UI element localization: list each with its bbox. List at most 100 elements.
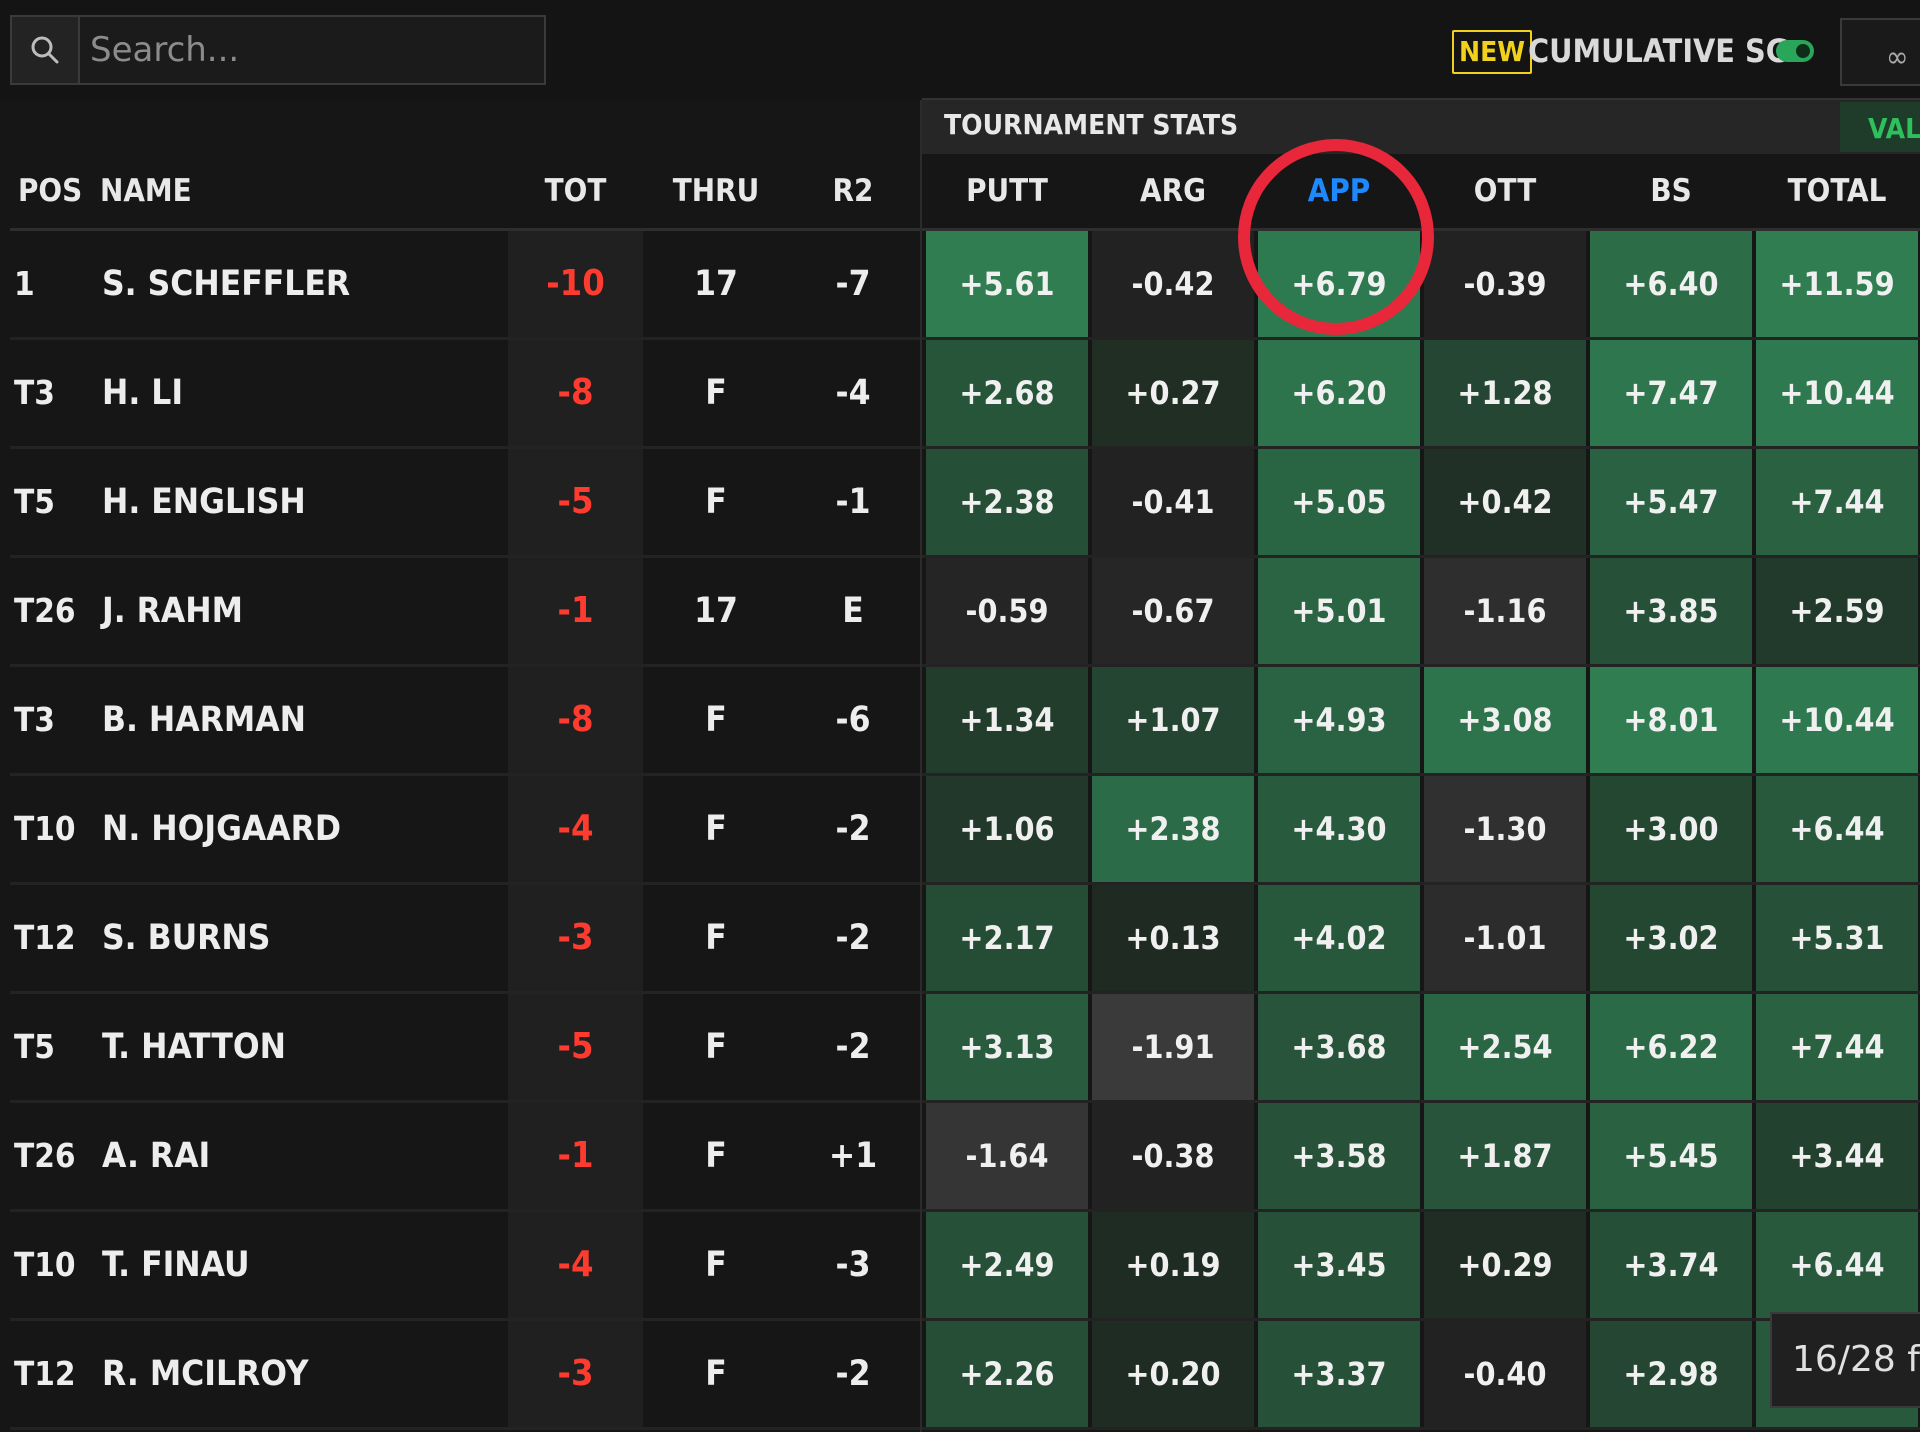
col-header-bs[interactable]: BS xyxy=(1590,152,1752,230)
col-header-pos[interactable]: POS xyxy=(18,152,82,230)
sg-ott-value: -0.40 xyxy=(1424,1321,1586,1427)
round-2-score: -2 xyxy=(835,809,871,849)
holes-thru: F xyxy=(705,918,727,958)
sg-ott-value: -1.01 xyxy=(1424,885,1586,991)
sg-app-value: +3.45 xyxy=(1258,1212,1420,1318)
sg-putt-value: +2.68 xyxy=(926,340,1088,446)
player-name[interactable]: J. RAHM xyxy=(102,558,243,664)
sg-ott-value: +0.29 xyxy=(1424,1212,1586,1318)
round-2-score: -2 xyxy=(835,918,871,958)
player-name[interactable]: T. FINAU xyxy=(102,1212,250,1318)
cumulative-sg-label: CUMULATIVE SG xyxy=(1528,32,1790,70)
holes-thru: F xyxy=(705,1245,727,1285)
sg-app-value: +6.79 xyxy=(1258,231,1420,337)
sg-arg-value: -0.42 xyxy=(1092,231,1254,337)
table-row[interactable]: T3 B. HARMAN -8 F -6 +1.34 +1.07 +4.93 +3.08 +8.0… xyxy=(0,667,1920,776)
total-score: -3 xyxy=(508,1321,643,1427)
sg-ott-value: +3.08 xyxy=(1424,667,1586,773)
tab-val-label: VAL xyxy=(1868,112,1920,145)
sg-total-value: +2.59 xyxy=(1756,558,1918,664)
sg-arg-value: -0.38 xyxy=(1092,1103,1254,1209)
col-header-putt[interactable]: PUTT xyxy=(926,152,1088,230)
cumulative-sg-toggle[interactable] xyxy=(1776,40,1814,62)
search-input[interactable] xyxy=(82,17,538,83)
table-row[interactable]: T26 J. RAHM -1 17 E -0.59 -0.67 +5.01 -1.16 +3.85… xyxy=(0,558,1920,667)
sg-total-value: +6.44 xyxy=(1756,776,1918,882)
link-button[interactable]: ∞ xyxy=(1840,18,1920,86)
sg-app-value: +3.37 xyxy=(1258,1321,1420,1427)
leaderboard-table: 1 S. SCHEFFLER -10 17 -7 +5.61 -0.42 +6.79 -0.39… xyxy=(0,231,1920,1430)
holes-thru: F xyxy=(705,1027,727,1067)
sg-ott-value: +2.54 xyxy=(1424,994,1586,1100)
sg-putt-value: -0.59 xyxy=(926,558,1088,664)
page-indicator: 16/28 f xyxy=(1770,1312,1920,1408)
sg-bs-value: +3.74 xyxy=(1590,1212,1752,1318)
table-row[interactable]: T5 H. ENGLISH -5 F -1 +2.38 -0.41 +5.05 +0.42 +5.… xyxy=(0,449,1920,558)
sg-total-value: +11.59 xyxy=(1756,231,1918,337)
player-name[interactable]: N. HOJGAARD xyxy=(102,776,341,882)
player-name[interactable]: S. BURNS xyxy=(102,885,270,991)
sg-app-value: +4.93 xyxy=(1258,667,1420,773)
player-position: T12 xyxy=(14,918,76,957)
total-score: -10 xyxy=(508,231,643,337)
table-row[interactable]: T5 T. HATTON -5 F -2 +3.13 -1.91 +3.68 +2.54 +6.2… xyxy=(0,994,1920,1103)
stats-divider xyxy=(920,100,922,1432)
sg-putt-value: +3.13 xyxy=(926,994,1088,1100)
player-name[interactable]: H. LI xyxy=(102,340,183,446)
sg-bs-value: +6.40 xyxy=(1590,231,1752,337)
player-name[interactable]: A. RAI xyxy=(102,1103,210,1209)
player-name[interactable]: B. HARMAN xyxy=(102,667,306,773)
round-2-score: -2 xyxy=(835,1354,871,1394)
total-score: -4 xyxy=(508,776,643,882)
player-name[interactable]: H. ENGLISH xyxy=(102,449,306,555)
col-header-arg[interactable]: ARG xyxy=(1092,152,1254,230)
link-icon: ∞ xyxy=(1886,40,1909,75)
table-row[interactable]: T3 H. LI -8 F -4 +2.68 +0.27 +6.20 +1.28 +7.47 +10… xyxy=(0,340,1920,449)
search-icon[interactable] xyxy=(12,17,80,83)
sg-app-value: +4.02 xyxy=(1258,885,1420,991)
sg-arg-value: -1.91 xyxy=(1092,994,1254,1100)
table-row[interactable]: T10 N. HOJGAARD -4 F -2 +1.06 +2.38 +4.30 -1.30 +… xyxy=(0,776,1920,885)
round-2-score: -6 xyxy=(835,700,871,740)
col-header-app[interactable]: APP xyxy=(1258,152,1420,230)
round-2-score: -4 xyxy=(835,373,871,413)
player-position: T26 xyxy=(14,591,76,630)
col-header-total[interactable]: TOTAL xyxy=(1756,152,1918,230)
col-header-thru[interactable]: THRU xyxy=(646,152,786,230)
search-box[interactable] xyxy=(10,15,546,85)
holes-thru: F xyxy=(705,809,727,849)
holes-thru: F xyxy=(705,1136,727,1176)
holes-thru: F xyxy=(705,373,727,413)
sg-total-value: +7.44 xyxy=(1756,994,1918,1100)
sg-app-value: +3.58 xyxy=(1258,1103,1420,1209)
col-header-r2[interactable]: R2 xyxy=(786,152,920,230)
col-header-name[interactable]: NAME xyxy=(100,152,192,230)
col-header-ott[interactable]: OTT xyxy=(1424,152,1586,230)
round-2-score: +1 xyxy=(828,1136,878,1176)
table-row[interactable]: T12 R. MCILROY -3 F -2 +2.26 +0.20 +3.37 -0.40 +2… xyxy=(0,1321,1920,1430)
sg-ott-value: -0.39 xyxy=(1424,231,1586,337)
tab-val[interactable]: VAL xyxy=(1840,102,1920,152)
player-name[interactable]: R. MCILROY xyxy=(102,1321,309,1427)
sg-bs-value: +7.47 xyxy=(1590,340,1752,446)
sg-ott-value: -1.16 xyxy=(1424,558,1586,664)
sg-putt-value: +2.26 xyxy=(926,1321,1088,1427)
holes-thru: 17 xyxy=(694,591,738,631)
table-row[interactable]: T26 A. RAI -1 F +1 -1.64 -0.38 +3.58 +1.87 +5.45 +… xyxy=(0,1103,1920,1212)
table-row[interactable]: T12 S. BURNS -3 F -2 +2.17 +0.13 +4.02 -1.01 +3.0… xyxy=(0,885,1920,994)
total-score: -3 xyxy=(508,885,643,991)
sg-app-value: +3.68 xyxy=(1258,994,1420,1100)
total-score: -5 xyxy=(508,449,643,555)
sg-app-value: +6.20 xyxy=(1258,340,1420,446)
sg-bs-value: +6.22 xyxy=(1590,994,1752,1100)
player-name[interactable]: T. HATTON xyxy=(102,994,286,1100)
player-name[interactable]: S. SCHEFFLER xyxy=(102,231,350,337)
sg-total-value: +10.44 xyxy=(1756,667,1918,773)
player-position: T10 xyxy=(14,1245,76,1284)
player-position: T5 xyxy=(14,482,55,521)
col-header-tot[interactable]: TOT xyxy=(508,152,643,230)
sg-app-value: +5.05 xyxy=(1258,449,1420,555)
table-row[interactable]: T10 T. FINAU -4 F -3 +2.49 +0.19 +3.45 +0.29 +3.7… xyxy=(0,1212,1920,1321)
sg-app-value: +5.01 xyxy=(1258,558,1420,664)
table-row[interactable]: 1 S. SCHEFFLER -10 17 -7 +5.61 -0.42 +6.79 -0.39… xyxy=(0,231,1920,340)
